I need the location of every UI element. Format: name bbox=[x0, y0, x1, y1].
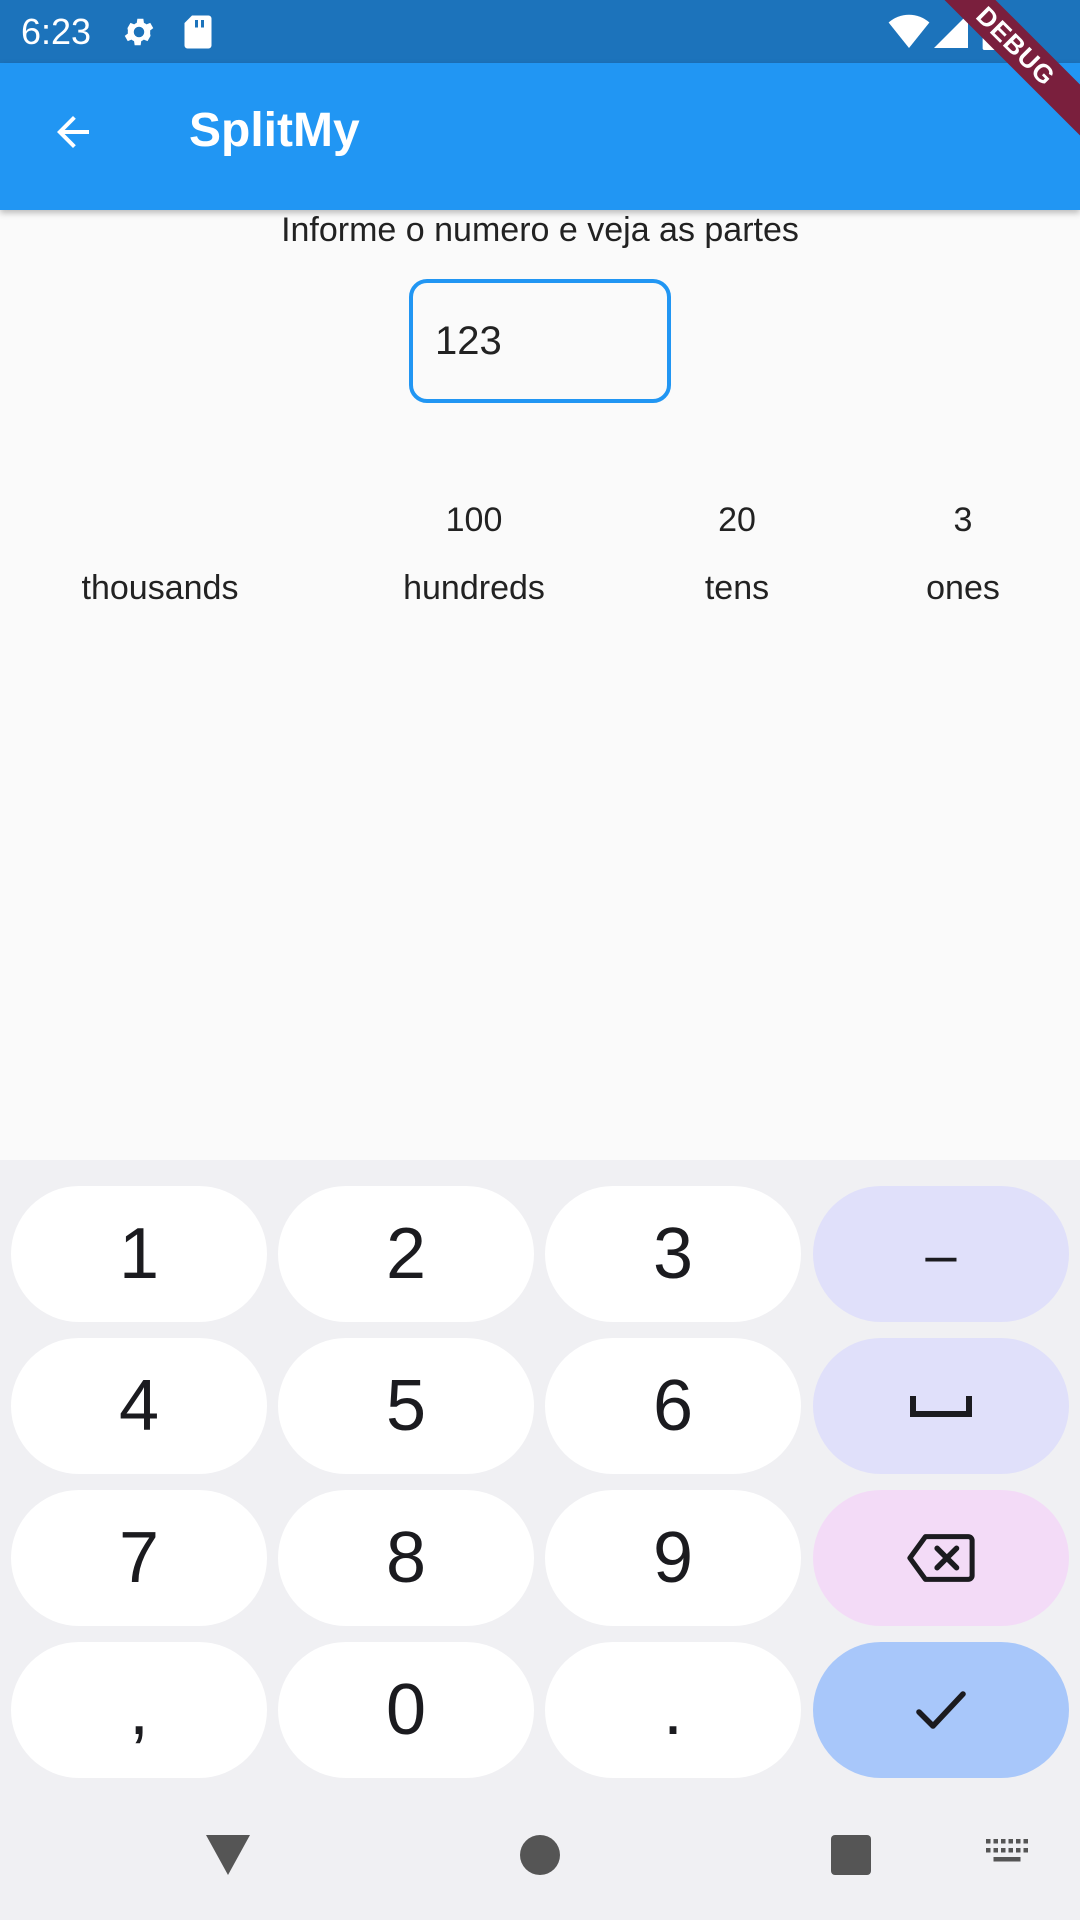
key-7[interactable]: 7 bbox=[11, 1490, 267, 1626]
key-8[interactable]: 8 bbox=[278, 1490, 534, 1626]
app-title: SplitMy bbox=[189, 104, 360, 157]
key-done[interactable] bbox=[813, 1642, 1069, 1778]
ones-label: ones bbox=[926, 569, 1000, 607]
key-1[interactable]: 1 bbox=[11, 1186, 267, 1322]
status-time: 6:23 bbox=[21, 11, 92, 52]
backspace-icon bbox=[907, 1534, 975, 1582]
tens-value: 20 bbox=[718, 501, 756, 539]
thousands-label: thousands bbox=[81, 569, 239, 607]
space-icon bbox=[910, 1396, 972, 1417]
key-4[interactable]: 4 bbox=[11, 1338, 267, 1474]
hundreds-value: 100 bbox=[445, 501, 503, 539]
recents-square-icon[interactable] bbox=[831, 1835, 871, 1875]
key-3[interactable]: 3 bbox=[545, 1186, 801, 1322]
home-circle-icon[interactable] bbox=[520, 1835, 560, 1875]
key-0[interactable]: 0 bbox=[278, 1642, 534, 1778]
key-space[interactable] bbox=[813, 1338, 1069, 1474]
arrow-back-icon bbox=[57, 116, 89, 148]
status-bar: 6:23 bbox=[0, 0, 1080, 63]
numeric-keyboard: 1 2 3 – 4 5 6 7 8 9 , 0 . bbox=[0, 1160, 1080, 1795]
sd-card-icon bbox=[184, 15, 212, 49]
instruction-text: Informe o numero e veja as partes bbox=[281, 211, 799, 249]
keyboard-icon[interactable] bbox=[986, 1839, 1028, 1869]
key-9[interactable]: 9 bbox=[545, 1490, 801, 1626]
key-minus[interactable]: – bbox=[813, 1186, 1069, 1322]
app-bar: SplitMy bbox=[0, 63, 1080, 210]
back-triangle-icon[interactable] bbox=[206, 1835, 250, 1875]
key-2[interactable]: 2 bbox=[278, 1186, 534, 1322]
gear-icon bbox=[124, 18, 154, 46]
wifi-icon bbox=[888, 14, 930, 48]
number-input[interactable] bbox=[409, 279, 671, 403]
key-backspace[interactable] bbox=[813, 1490, 1069, 1626]
key-6[interactable]: 6 bbox=[545, 1338, 801, 1474]
tens-label: tens bbox=[704, 569, 770, 607]
key-comma[interactable]: , bbox=[11, 1642, 267, 1778]
check-icon bbox=[916, 1691, 966, 1729]
key-period[interactable]: . bbox=[545, 1642, 801, 1778]
navigation-bar bbox=[0, 1795, 1080, 1920]
ones-value: 3 bbox=[953, 501, 973, 539]
key-5[interactable]: 5 bbox=[278, 1338, 534, 1474]
hundreds-label: hundreds bbox=[403, 569, 545, 607]
back-button[interactable] bbox=[30, 89, 116, 175]
